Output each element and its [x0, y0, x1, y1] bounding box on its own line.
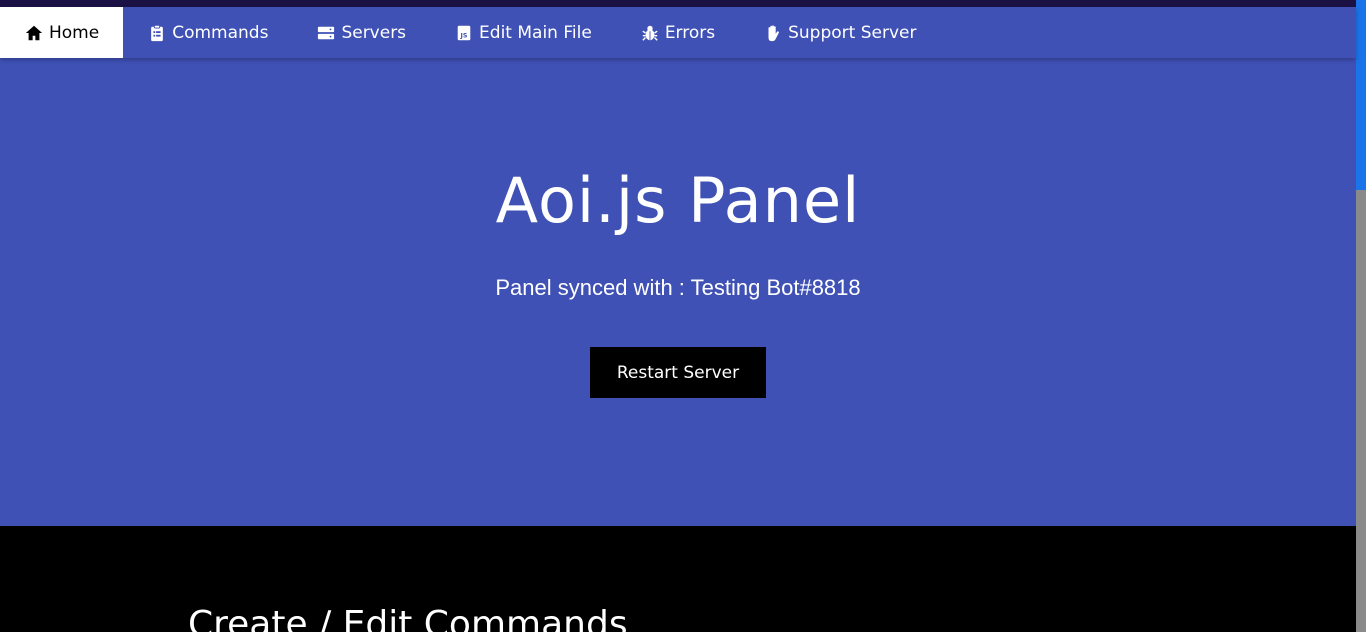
nav-item-errors[interactable]: Errors [616, 7, 739, 58]
sync-status-text: Panel synced with : Testing Bot#8818 [495, 275, 861, 300]
clipboard-icon [147, 23, 167, 43]
nav-item-label: Home [49, 22, 100, 43]
js-file-icon: JS [454, 23, 474, 43]
hand-icon [763, 23, 783, 43]
scrollbar-thumb[interactable] [1356, 0, 1366, 190]
nav-item-edit-main-file[interactable]: JS Edit Main File [430, 7, 616, 58]
nav-item-servers[interactable]: Servers [292, 7, 430, 58]
restart-server-button[interactable]: Restart Server [590, 347, 766, 398]
svg-text:JS: JS [460, 32, 468, 39]
bug-icon [640, 23, 660, 43]
top-navbar: Home Commands Servers JS Edit Main File … [0, 7, 1356, 58]
hero-section: Aoi.js Panel Panel synced with : Testing… [0, 58, 1356, 526]
nav-item-label: Edit Main File [479, 22, 592, 43]
commands-section: Create / Edit Commands [0, 526, 1356, 632]
top-accent-bar [0, 0, 1356, 7]
nav-item-home[interactable]: Home [0, 7, 124, 58]
page-title: Aoi.js Panel [495, 164, 861, 237]
server-icon [316, 23, 336, 43]
nav-item-support-server[interactable]: Support Server [739, 7, 940, 58]
home-icon [24, 23, 44, 43]
nav-item-commands[interactable]: Commands [123, 7, 292, 58]
nav-item-label: Servers [341, 22, 407, 43]
nav-item-label: Commands [172, 22, 269, 43]
section-title: Create / Edit Commands [188, 604, 628, 632]
nav-item-label: Errors [664, 22, 716, 43]
page-scrollbar[interactable] [1356, 0, 1366, 632]
nav-item-label: Support Server [788, 22, 917, 43]
